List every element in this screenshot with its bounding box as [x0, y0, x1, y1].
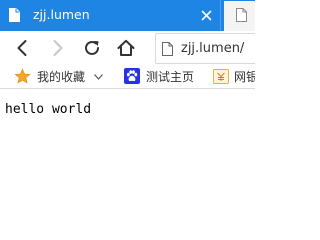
paw-icon [124, 68, 140, 84]
bookmark-online-bank[interactable]: 网银 [208, 66, 255, 88]
bookmark-favorites[interactable]: 我的收藏 [0, 66, 112, 88]
url-text: zjj.lumen/ [181, 41, 245, 56]
address-bar[interactable]: zjj.lumen/ [155, 33, 255, 64]
bookmark-label: 测试主页 [146, 70, 195, 84]
active-tab[interactable]: zjj.lumen [0, 0, 221, 31]
browser-window: zjj.lumen zjj.lumen/ 我的收藏 测试主页 网银 hello … [0, 0, 255, 218]
bookmark-label: 我的收藏 [37, 70, 86, 84]
home-icon[interactable] [115, 37, 137, 59]
bookmark-test-home[interactable]: 测试主页 [118, 66, 208, 88]
back-arrow-icon[interactable] [12, 37, 34, 59]
bookmarks-bar: 我的收藏 测试主页 网银 [0, 66, 255, 89]
folder-icon [213, 69, 229, 84]
close-icon[interactable] [198, 7, 215, 24]
page-text: hello world [5, 102, 92, 117]
chevron-down-icon [94, 74, 103, 80]
star-icon [14, 68, 31, 84]
page-icon [9, 8, 20, 22]
navigation-toolbar: zjj.lumen/ [0, 31, 255, 66]
bookmark-label: 网银 [234, 70, 255, 84]
reload-icon[interactable] [81, 37, 103, 59]
inactive-tab[interactable] [224, 1, 255, 31]
page-content: hello world [0, 89, 255, 218]
forward-arrow-icon[interactable] [46, 37, 68, 59]
tab-strip: zjj.lumen [0, 0, 255, 31]
page-icon [236, 8, 247, 22]
page-icon [162, 42, 173, 56]
tab-title: zjj.lumen [33, 7, 90, 22]
